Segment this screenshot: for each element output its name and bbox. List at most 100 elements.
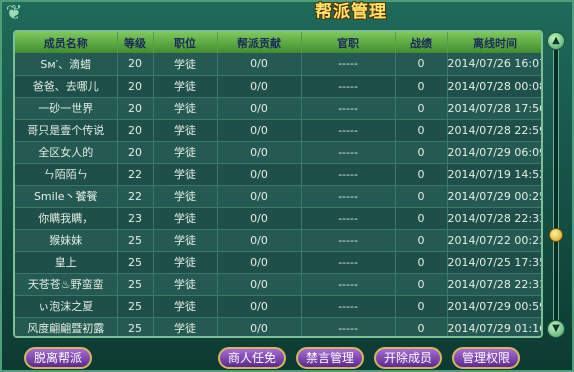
table-cell: 0	[395, 119, 448, 142]
table-cell: -----	[301, 251, 396, 274]
table-cell: -----	[301, 185, 396, 208]
manage-permissions-button[interactable]: 管理权限	[452, 347, 520, 369]
table-cell: 0/0	[217, 207, 302, 230]
table-cell: 0/0	[217, 273, 302, 296]
column-header[interactable]: 帮派贡献	[217, 32, 302, 53]
column-header[interactable]: 官职	[301, 32, 396, 53]
mute-manage-button[interactable]: 禁言管理	[296, 347, 364, 369]
table-row[interactable]: 皇上 25 学徒 0/0 ----- 0 2014/07/25 17:35	[15, 251, 541, 274]
table-cell: 0/0	[217, 119, 302, 142]
table-header-row: 成员名称 等级 职位 帮派贡献 官职 战绩 离线时间	[15, 32, 541, 53]
window-title: 帮派管理	[315, 2, 387, 22]
table-cell: 天苍苍♨野蛮蛮	[15, 273, 118, 296]
table-cell: 哥只是壹个传说	[15, 119, 118, 142]
table-row[interactable]: 天苍苍♨野蛮蛮 25 学徒 0/0 ----- 0 2014/07/28 22:31	[15, 273, 541, 296]
table-cell: 学徒	[153, 251, 218, 274]
table-cell: 2014/07/25 17:35	[447, 251, 541, 274]
table-row[interactable]: 一砂一世界 20 学徒 0/0 ----- 0 2014/07/28 17:56	[15, 97, 541, 120]
table-cell: 学徒	[153, 75, 218, 98]
appoint-merchant-button[interactable]: 商人任免	[218, 347, 286, 369]
table-cell: 0/0	[217, 141, 302, 164]
scroll-track[interactable]	[553, 50, 559, 320]
table-row[interactable]: 风度翩翩暨初露 25 学徒 0/0 ----- 0 2014/07/29 01:16	[15, 317, 541, 336]
table-cell: 0/0	[217, 53, 302, 76]
table-cell: 2014/07/28 22:59	[447, 119, 541, 142]
table-cell: 0	[395, 53, 448, 76]
table-cell: -----	[301, 295, 396, 318]
table-cell: 学徒	[153, 53, 218, 76]
table-cell: -----	[301, 273, 396, 296]
leave-guild-button[interactable]: 脱离帮派	[24, 347, 92, 369]
table-cell: 2014/07/29 06:09	[447, 141, 541, 164]
members-table: 成员名称 等级 职位 帮派贡献 官职 战绩 离线时间 Sм′、滴蜡 20 学徒 0/0 ----- 0…	[15, 32, 541, 336]
table-cell: 23	[117, 207, 154, 230]
column-header[interactable]: 战绩	[395, 32, 448, 53]
table-cell: -----	[301, 141, 396, 164]
table-cell: 风度翩翩暨初露	[15, 317, 118, 336]
table-cell: 0	[395, 295, 448, 318]
table-cell: 0/0	[217, 317, 302, 336]
table-cell: 学徒	[153, 163, 218, 186]
table-cell: 0	[395, 163, 448, 186]
table-cell: -----	[301, 163, 396, 186]
table-row[interactable]: 猴妹妹 25 学徒 0/0 ----- 0 2014/07/22 00:23	[15, 229, 541, 252]
table-row[interactable]: Sм′、滴蜡 20 学徒 0/0 ----- 0 2014/07/26 16:07	[15, 53, 541, 76]
scroll-up-icon[interactable]: ▲	[547, 32, 565, 50]
table-cell: 猴妹妹	[15, 229, 118, 252]
table-cell: 25	[117, 317, 154, 336]
column-header[interactable]: 职位	[153, 32, 218, 53]
scroll-thumb[interactable]	[549, 228, 563, 242]
table-scrollbar[interactable]: ▲ ▼	[546, 32, 566, 338]
table-cell: 学徒	[153, 207, 218, 230]
table-row[interactable]: ㄣ陌陌ㄣ 22 学徒 0/0 ----- 0 2014/07/19 14:52	[15, 163, 541, 186]
table-cell: 0	[395, 141, 448, 164]
table-cell: 2014/07/28 22:33	[447, 207, 541, 230]
expel-member-button[interactable]: 开除成员	[374, 347, 442, 369]
table-cell: 25	[117, 273, 154, 296]
table-cell: 0	[395, 185, 448, 208]
table-cell: 2014/07/29 01:16	[447, 317, 541, 336]
table-cell: 2014/07/19 14:52	[447, 163, 541, 186]
table-cell: 学徒	[153, 141, 218, 164]
table-cell: 0	[395, 207, 448, 230]
table-cell: 0/0	[217, 295, 302, 318]
column-header[interactable]: 等级	[117, 32, 154, 53]
table-row[interactable]: 哥只是壹个传说 20 学徒 0/0 ----- 0 2014/07/28 22:59	[15, 119, 541, 142]
table-cell: 一砂一世界	[15, 97, 118, 120]
table-cell: -----	[301, 75, 396, 98]
table-cell: 0	[395, 97, 448, 120]
table-cell: 全区女人的	[15, 141, 118, 164]
table-cell: 2014/07/29 00:25	[447, 185, 541, 208]
table-row[interactable]: ぃ泡沫之夏 25 学徒 0/0 ----- 0 2014/07/29 00:59	[15, 295, 541, 318]
table-row[interactable]: Smile丶饕餮 22 学徒 0/0 ----- 0 2014/07/29 00:25	[15, 185, 541, 208]
table-cell: 0	[395, 317, 448, 336]
scroll-down-icon[interactable]: ▼	[547, 320, 565, 338]
table-cell: 2014/07/28 22:31	[447, 273, 541, 296]
table-cell: 0/0	[217, 75, 302, 98]
table-cell: 20	[117, 141, 154, 164]
table-cell: 学徒	[153, 119, 218, 142]
table-row[interactable]: 爸爸、去哪儿 20 学徒 0/0 ----- 0 2014/07/28 00:08	[15, 75, 541, 98]
table-cell: 学徒	[153, 229, 218, 252]
table-cell: 0	[395, 273, 448, 296]
table-cell: 0	[395, 229, 448, 252]
table-cell: 爸爸、去哪儿	[15, 75, 118, 98]
table-cell: -----	[301, 317, 396, 336]
table-cell: 25	[117, 229, 154, 252]
table-cell: 学徒	[153, 97, 218, 120]
table-row[interactable]: 全区女人的 20 学徒 0/0 ----- 0 2014/07/29 06:09	[15, 141, 541, 164]
table-cell: 2014/07/22 00:23	[447, 229, 541, 252]
table-cell: 20	[117, 119, 154, 142]
table-cell: ぃ泡沫之夏	[15, 295, 118, 318]
column-header[interactable]: 离线时间	[447, 32, 541, 53]
table-cell: 0/0	[217, 97, 302, 120]
table-cell: 2014/07/28 00:08	[447, 75, 541, 98]
column-header[interactable]: 成员名称	[15, 32, 118, 53]
table-cell: Smile丶饕餮	[15, 185, 118, 208]
table-cell: 学徒	[153, 295, 218, 318]
table-cell: 20	[117, 53, 154, 76]
table-cell: 20	[117, 97, 154, 120]
table-cell: 25	[117, 251, 154, 274]
table-row[interactable]: 你瞒我瞒， 23 学徒 0/0 ----- 0 2014/07/28 22:33	[15, 207, 541, 230]
members-table-panel: 成员名称 等级 职位 帮派贡献 官职 战绩 离线时间 Sм′、滴蜡 20 学徒 0/0 ----- 0…	[13, 30, 543, 338]
